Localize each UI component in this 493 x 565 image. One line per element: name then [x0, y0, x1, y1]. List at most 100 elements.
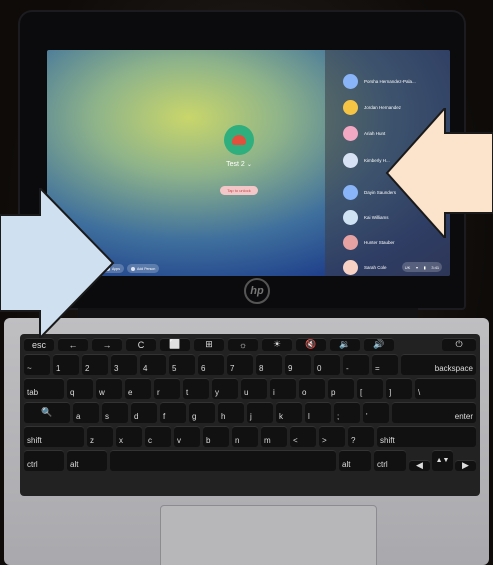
add-person-button[interactable]: Add Person — [127, 264, 160, 273]
key-power[interactable]: ⏻ — [442, 338, 476, 351]
key-volume-down[interactable]: 🔉 — [330, 338, 360, 351]
key-bracket-right[interactable]: ] — [386, 378, 412, 399]
key-c[interactable]: c — [145, 426, 171, 447]
wifi-icon: ▾ — [415, 264, 418, 270]
user-name: Hunter Stauber — [364, 239, 395, 245]
user-item-0[interactable]: Porsha Hernandez-Pala... — [343, 72, 416, 90]
user-avatar — [343, 234, 358, 250]
key-ctrl-left[interactable]: ctrl — [24, 450, 64, 471]
key-a[interactable]: a — [73, 402, 99, 423]
key-7[interactable]: 7 — [227, 354, 253, 375]
key-o[interactable]: o — [299, 378, 325, 399]
key-refresh[interactable]: C — [126, 338, 156, 351]
key-8[interactable]: 8 — [256, 354, 282, 375]
chevron-down-icon[interactable]: ⌄ — [247, 162, 252, 168]
key-arrow-left[interactable]: ◀ — [409, 460, 430, 471]
key-0[interactable]: 0 — [314, 354, 340, 375]
user-item-5[interactable]: Kai Williams — [343, 208, 389, 226]
key-y[interactable]: y — [212, 378, 238, 399]
key-space[interactable] — [110, 450, 336, 471]
key-quote[interactable]: ' — [363, 402, 389, 423]
key-f[interactable]: f — [160, 402, 186, 423]
key-alt-right[interactable]: alt — [339, 450, 371, 471]
user-item-2[interactable]: Ariah Hunt — [343, 124, 385, 142]
key-h[interactable]: h — [218, 402, 244, 423]
key-x[interactable]: x — [116, 426, 142, 447]
key-fullscreen[interactable]: ⬜ — [160, 338, 190, 351]
tap-to-unlock-button[interactable]: Tap to unlock — [220, 186, 258, 195]
key-k[interactable]: k — [276, 402, 302, 423]
key-period[interactable]: > — [319, 426, 345, 447]
key-t[interactable]: t — [183, 378, 209, 399]
key-1[interactable]: 1 — [53, 354, 79, 375]
key-semicolon[interactable]: ; — [334, 402, 360, 423]
key-2[interactable]: 2 — [82, 354, 108, 375]
key-3[interactable]: 3 — [111, 354, 137, 375]
key-tab[interactable]: tab — [24, 378, 64, 399]
selected-profile: Test 2 ⌄ Tap to unlock — [179, 125, 299, 197]
profile-name[interactable]: Test 2 ⌄ — [179, 161, 299, 168]
key-arrow-right[interactable]: ▶ — [455, 460, 476, 471]
key-backspace[interactable]: backspace — [401, 354, 476, 375]
key-l[interactable]: l — [305, 402, 331, 423]
status-tray[interactable]: UK ▾ ▮ 3:41 — [402, 262, 442, 272]
key-slash[interactable]: ? — [348, 426, 374, 447]
key-esc[interactable]: esc — [24, 338, 54, 351]
key-equals[interactable]: = — [372, 354, 398, 375]
user-item-7[interactable]: Sarah Cole — [343, 258, 387, 276]
profile-avatar[interactable] — [224, 125, 254, 155]
key-shift-right[interactable]: shift — [377, 426, 476, 447]
key-m[interactable]: m — [261, 426, 287, 447]
key-s[interactable]: s — [102, 402, 128, 423]
key-ctrl-right[interactable]: ctrl — [374, 450, 406, 471]
key-n[interactable]: n — [232, 426, 258, 447]
key-back[interactable]: ← — [58, 338, 88, 351]
keyboard: esc ← → C ⬜ ⊞ ☼ ☀ 🔇 🔉 🔊 ⏻ ~ 1 2 3 4 5 6 … — [20, 334, 480, 496]
key-brightness-down[interactable]: ☼ — [228, 338, 258, 351]
user-avatar — [343, 125, 358, 141]
key-backslash[interactable]: \ — [415, 378, 476, 399]
profile-name-label: Test 2 — [226, 161, 245, 168]
key-i[interactable]: i — [270, 378, 296, 399]
battery-indicator: UK — [404, 264, 411, 270]
user-item-3[interactable]: Kimberly H... — [343, 151, 390, 169]
key-enter[interactable]: enter — [392, 402, 476, 423]
key-forward[interactable]: → — [92, 338, 122, 351]
photo-scene: Test 2 ⌄ Tap to unlock Porsha Hernandez-P… — [0, 0, 493, 565]
key-tilde[interactable]: ~ — [24, 354, 50, 375]
key-volume-up[interactable]: 🔊 — [364, 338, 394, 351]
key-w[interactable]: w — [96, 378, 122, 399]
key-9[interactable]: 9 — [285, 354, 311, 375]
key-u[interactable]: u — [241, 378, 267, 399]
key-comma[interactable]: < — [290, 426, 316, 447]
search-icon[interactable]: 🔍 — [24, 402, 70, 423]
key-p[interactable]: p — [328, 378, 354, 399]
key-5[interactable]: 5 — [169, 354, 195, 375]
key-mute[interactable]: 🔇 — [296, 338, 326, 351]
key-b[interactable]: b — [203, 426, 229, 447]
user-avatar — [343, 152, 358, 168]
key-minus[interactable]: - — [343, 354, 369, 375]
trackpad[interactable] — [160, 505, 377, 565]
key-z[interactable]: z — [87, 426, 113, 447]
hp-logo: hp — [244, 278, 270, 304]
key-brightness-up[interactable]: ☀ — [262, 338, 292, 351]
key-j[interactable]: j — [247, 402, 273, 423]
key-arrow-up-down[interactable]: ▲▼ — [432, 450, 453, 471]
key-4[interactable]: 4 — [140, 354, 166, 375]
add-person-label: Add Person — [137, 266, 156, 271]
user-name: Porsha Hernandez-Pala... — [364, 78, 416, 84]
key-6[interactable]: 6 — [198, 354, 224, 375]
key-d[interactable]: d — [131, 402, 157, 423]
key-v[interactable]: v — [174, 426, 200, 447]
key-e[interactable]: e — [125, 378, 151, 399]
key-r[interactable]: r — [154, 378, 180, 399]
key-alt-left[interactable]: alt — [67, 450, 107, 471]
key-q[interactable]: q — [67, 378, 93, 399]
key-overview[interactable]: ⊞ — [194, 338, 224, 351]
clock: 3:41 — [431, 264, 440, 270]
key-bracket-left[interactable]: [ — [357, 378, 383, 399]
key-g[interactable]: g — [189, 402, 215, 423]
key-shift-left[interactable]: shift — [24, 426, 84, 447]
user-name: Sarah Cole — [364, 264, 387, 270]
